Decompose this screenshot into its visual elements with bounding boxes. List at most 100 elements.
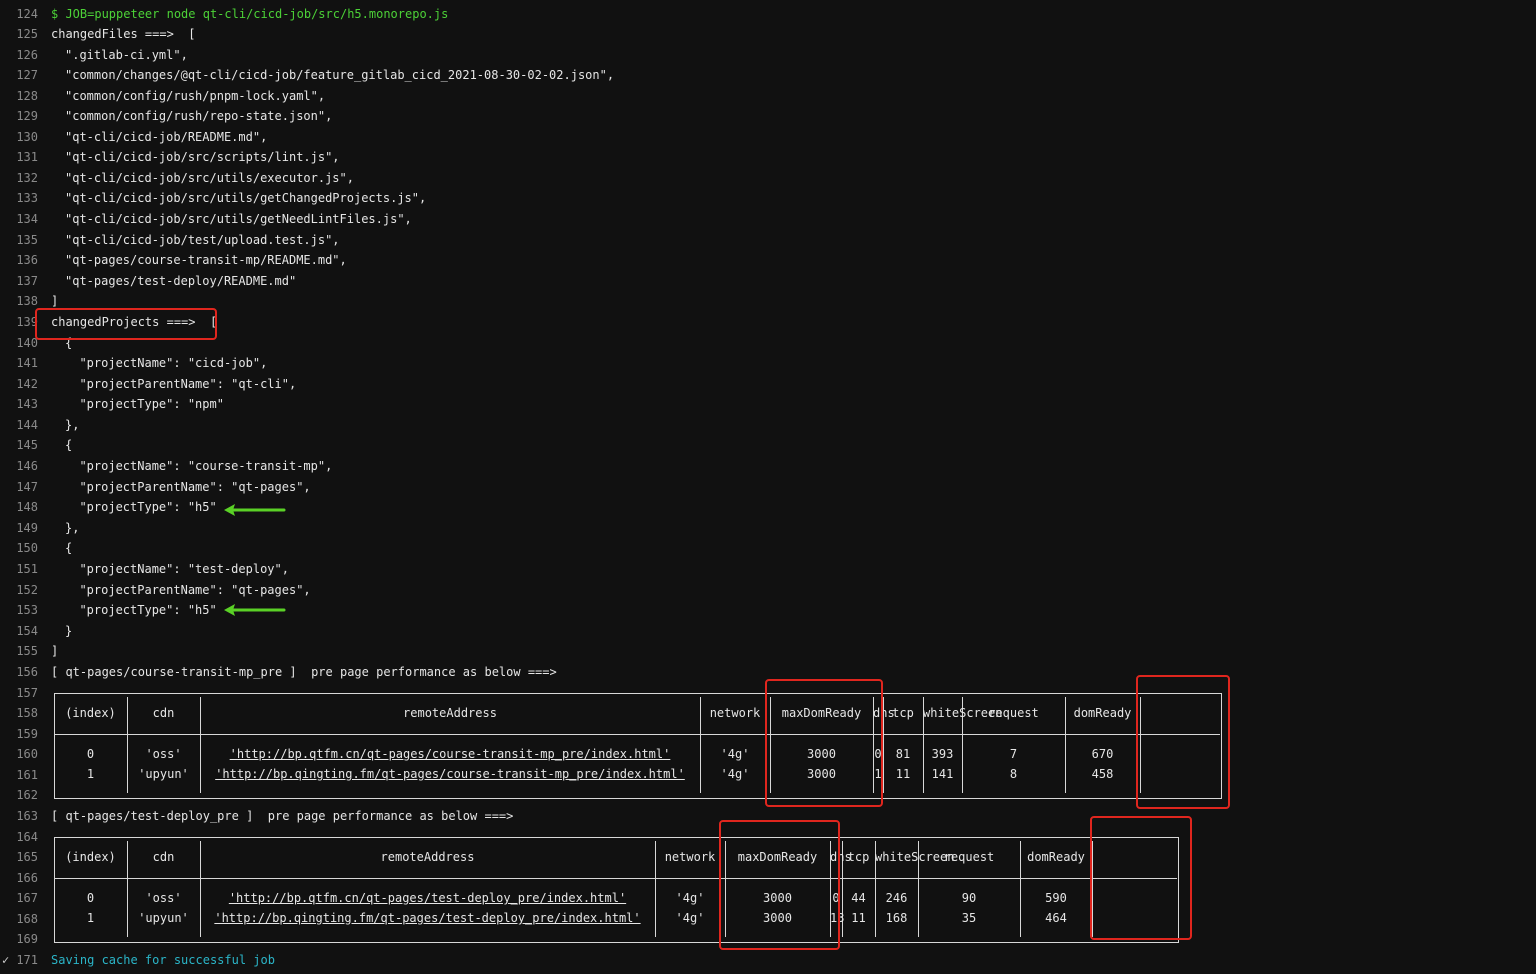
line-text: { (65, 438, 73, 452)
table-cell: 1 (86, 911, 95, 925)
url-link[interactable]: 'http://bp.qingting.fm/qt-pages/course-t… (200, 764, 700, 784)
table-cell: 168 (885, 911, 908, 925)
line-number: 133 (16, 191, 38, 205)
terminal-window: 124 $ JOB=puppeteer node qt-cli/cicd-job/… (0, 0, 1536, 974)
highlight-box-changed-projects (35, 308, 217, 340)
green-arrow-icon (224, 504, 286, 516)
column-header: network (664, 850, 716, 864)
line-text: [ qt-pages/test-deploy_pre ] pre page pe… (51, 809, 514, 823)
table-cell: 393 (931, 747, 954, 761)
table-cell: 11 (895, 767, 911, 781)
line-number: 128 (16, 89, 38, 103)
command-line: 124 $ JOB=puppeteer node qt-cli/cicd-job/… (0, 4, 1536, 24)
project-json-line: 143 "projectType": "npm" (0, 394, 1536, 414)
line-text: "qt-pages/test-deploy/README.md" (65, 274, 297, 288)
line-number: 134 (16, 212, 38, 226)
line-text: "projectParentName": "qt-cli", (65, 377, 297, 391)
column-header: tcp (847, 850, 870, 864)
line-number: 166 (16, 871, 38, 885)
line-number: 129 (16, 109, 38, 123)
line-number: 149 (16, 521, 38, 535)
project-json-line: 147 "projectParentName": "qt-pages", (0, 477, 1536, 497)
table-cell: 44 (851, 891, 866, 905)
line-number: 163 (16, 809, 38, 823)
line-text: $ JOB=puppeteer node qt-cli/cicd-job/src… (51, 7, 449, 21)
line-text: "projectName": "test-deploy", (65, 562, 289, 576)
column-header: whiteScreen (923, 706, 1003, 720)
column-header: request (988, 706, 1039, 720)
table-cell: 141 (931, 767, 954, 781)
table-cell: '4g' (675, 911, 705, 925)
line-text: changedFiles ===> [ (51, 27, 196, 41)
table-cell: 'oss' (145, 747, 182, 761)
table-cell: 35 (961, 911, 977, 925)
table-cell: 464 (1045, 911, 1067, 925)
changed-file-line: 137 "qt-pages/test-deploy/README.md" (0, 271, 1536, 291)
header-separator (54, 734, 1220, 735)
table-cell: 458 (1091, 767, 1114, 781)
column-header: tcp (892, 706, 914, 720)
line-number: 124 (16, 7, 38, 21)
table-cell: 0 (86, 747, 95, 761)
line-number: 143 (16, 397, 38, 411)
line-text: "qt-cli/cicd-job/test/upload.test.js", (65, 233, 340, 247)
line-number: 162 (16, 788, 38, 802)
line-number: 157 (16, 686, 38, 700)
header-separator (54, 878, 1177, 879)
project-json-line: 141 "projectName": "cicd-job", (0, 353, 1536, 373)
line-text: "projectParentName": "qt-pages", (65, 480, 311, 494)
line-number: 136 (16, 253, 38, 267)
highlight-box-maxdomready-1 (765, 679, 883, 807)
line-text: "qt-cli/cicd-job/src/utils/getChangedPro… (65, 191, 427, 205)
line-number: 144 (16, 418, 38, 432)
line-number: 165 (16, 850, 38, 864)
project-json-line: 144}, (0, 415, 1536, 435)
url-link[interactable]: 'http://bp.qingting.fm/qt-pages/test-dep… (200, 908, 655, 928)
table-cell: 'upyun' (138, 911, 189, 925)
changed-file-line: 131 "qt-cli/cicd-job/src/scripts/lint.js"… (0, 147, 1536, 167)
highlight-box-domready-2 (1090, 816, 1192, 940)
line-number: 153 (16, 603, 38, 617)
line-text: ] (51, 644, 59, 658)
bracket-close: 155] (0, 641, 1536, 661)
changed-file-line: 136 "qt-pages/course-transit-mp/README.md… (0, 250, 1536, 270)
line-text: "common/changes/@qt-cli/cicd-job/feature… (65, 68, 615, 82)
column-header: domReady (1027, 850, 1085, 864)
line-text: "projectName": "cicd-job", (65, 356, 268, 370)
line-text: [ qt-pages/course-transit-mp_pre ] pre p… (51, 665, 557, 679)
line-text: ".gitlab-ci.yml", (65, 48, 188, 62)
line-text: "common/config/rush/repo-state.json", (65, 109, 333, 123)
url-link[interactable]: 'http://bp.qtfm.cn/qt-pages/test-deploy_… (200, 888, 655, 908)
project-json-line: 150 { (0, 538, 1536, 558)
line-text: "projectParentName": "qt-pages", (65, 583, 311, 597)
line-text: } (65, 624, 73, 638)
table-cell: '4g' (720, 767, 750, 781)
url-link[interactable]: 'http://bp.qtfm.cn/qt-pages/course-trans… (200, 744, 700, 764)
column-header: (index) (65, 706, 116, 720)
changed-file-line: 134 "qt-cli/cicd-job/src/utils/getNeedLin… (0, 209, 1536, 229)
line-text: "projectType": "h5" (65, 603, 217, 617)
project-json-line: 146 "projectName": "course-transit-mp", (0, 456, 1536, 476)
line-number: 126 (16, 48, 38, 62)
column-header: remoteAddress (380, 850, 475, 864)
line-text: "qt-cli/cicd-job/src/scripts/lint.js", (65, 150, 340, 164)
line-number: 154 (16, 624, 38, 638)
table-cell: 11 (851, 911, 866, 925)
column-header: network (709, 706, 761, 720)
column-header: request (943, 850, 995, 864)
changed-files-header: 125 changedFiles ===> [ (0, 24, 1536, 44)
line-text: "qt-cli/cicd-job/src/utils/executor.js", (65, 171, 354, 185)
line-number: 141 (16, 356, 38, 370)
project-json-line: 151 "projectName": "test-deploy", (0, 559, 1536, 579)
table-cell: 'oss' (145, 891, 182, 905)
line-text: "qt-pages/course-transit-mp/README.md", (65, 253, 347, 267)
line-text: Saving cache for successful job (51, 953, 275, 967)
project-json-line: 152 "projectParentName": "qt-pages", (0, 580, 1536, 600)
line-number: 142 (16, 377, 38, 391)
line-number: 150 (16, 541, 38, 555)
table-cell: 'upyun' (138, 767, 189, 781)
project-json-line: 145 { (0, 435, 1536, 455)
table-cell: 590 (1045, 891, 1067, 905)
line-text: "projectType": "npm" (65, 397, 224, 411)
project-json-line: 149}, (0, 518, 1536, 538)
